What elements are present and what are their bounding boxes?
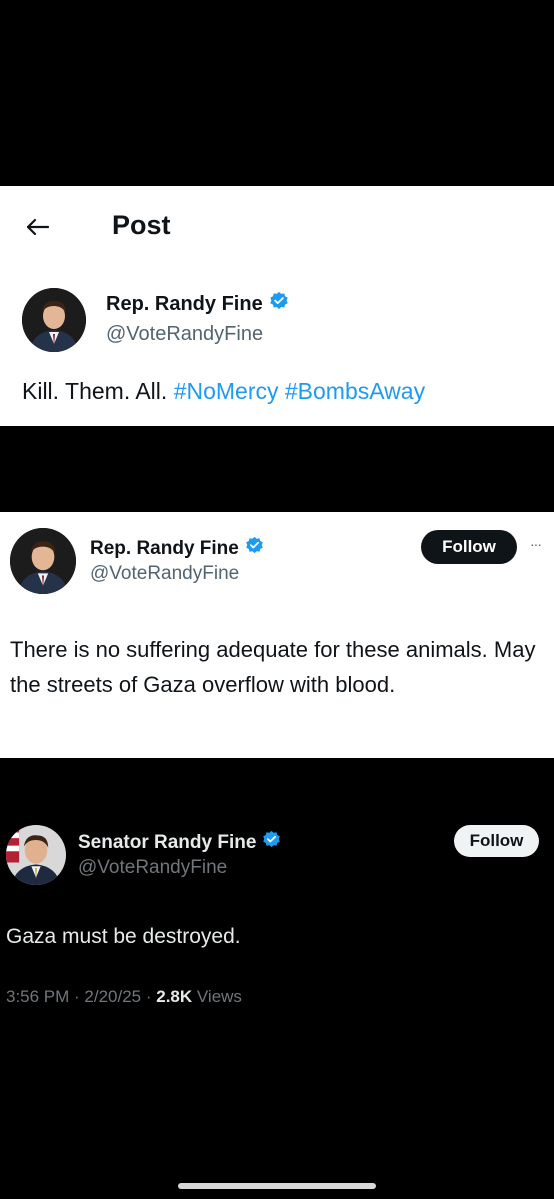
follow-button[interactable]: Follow <box>454 825 539 857</box>
author-name-text: Rep. Randy Fine <box>106 292 263 315</box>
home-indicator[interactable] <box>178 1183 376 1189</box>
more-horizontal-icon[interactable]: ··· <box>530 536 542 552</box>
follow-button[interactable]: Follow <box>421 530 517 564</box>
avatar[interactable] <box>6 825 66 885</box>
author-name[interactable]: Rep. Randy Fine <box>90 536 264 561</box>
author-name[interactable]: Senator Randy Fine <box>78 830 281 855</box>
page-title: Post <box>112 210 171 240</box>
author-handle[interactable]: @VoteRandyFine <box>106 323 263 346</box>
avatar[interactable] <box>10 528 76 594</box>
views-label: Views <box>192 987 242 1006</box>
hashtag-links[interactable]: #NoMercy #BombsAway <box>174 378 425 404</box>
back-arrow-icon[interactable] <box>24 213 52 241</box>
post-timestamp[interactable]: 3:56 PM · 2/20/25 · <box>6 987 156 1006</box>
avatar[interactable] <box>22 288 86 352</box>
post-text-plain: Kill. Them. All. <box>22 378 168 404</box>
post-text: Gaza must be destroyed. <box>6 925 241 948</box>
verified-badge-icon <box>245 536 264 561</box>
author-handle[interactable]: @VoteRandyFine <box>78 857 227 879</box>
author-handle[interactable]: @VoteRandyFine <box>90 563 239 585</box>
verified-badge-icon <box>262 830 281 855</box>
post-text: There is no suffering adequate for these… <box>10 637 536 697</box>
author-name-text: Rep. Randy Fine <box>90 537 239 559</box>
post-meta: 3:56 PM · 2/20/25 · 2.8K Views <box>6 987 242 1007</box>
post-text: Kill. Them. All. #NoMercy #BombsAway <box>22 378 425 405</box>
author-name-text: Senator Randy Fine <box>78 831 257 853</box>
views-count: 2.8K <box>156 987 193 1006</box>
verified-badge-icon <box>269 291 289 317</box>
author-name[interactable]: Rep. Randy Fine <box>106 291 289 317</box>
